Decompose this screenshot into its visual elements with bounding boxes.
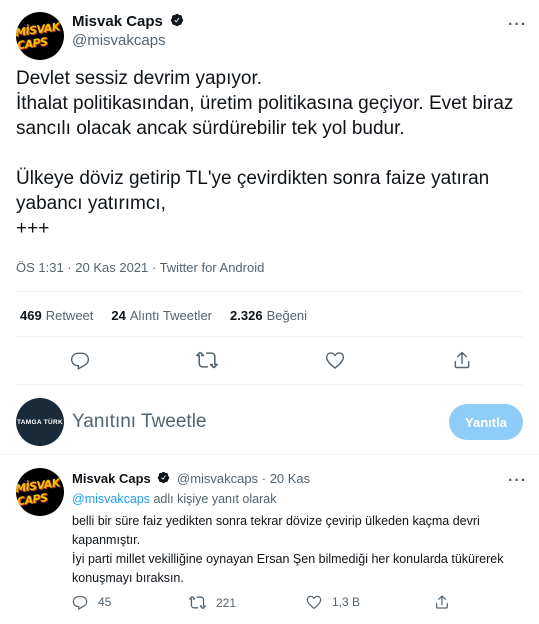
like-stat[interactable]: 2.326 Beğeni <box>230 307 307 325</box>
reply-icon <box>72 596 88 610</box>
author-name[interactable]: Misvak Caps <box>72 13 163 30</box>
like-icon <box>306 595 322 610</box>
divider <box>0 454 539 455</box>
avatar-logo: MİSVAK CAPS <box>16 20 61 53</box>
reply-header: Misvak Caps @misvakcaps · 20 Kas <box>72 471 310 486</box>
reply-author-avatar[interactable]: MİSVAK CAPS <box>16 468 64 516</box>
like-label: Beğeni <box>266 308 308 323</box>
quote-label: Alıntı Tweetler <box>129 308 213 323</box>
retweet-stat[interactable]: 469 Retweet <box>20 307 93 325</box>
retweet-icon <box>189 596 206 609</box>
retweet-count: 221 <box>216 595 237 610</box>
retweet-icon[interactable] <box>195 348 219 372</box>
user-avatar[interactable]: TAMGA TÜRK <box>16 398 64 446</box>
author-avatar[interactable]: MİSVAK CAPS <box>16 12 64 60</box>
reply-more-options-icon[interactable]: ··· <box>508 472 527 490</box>
author-name-row[interactable]: Misvak Caps <box>72 13 184 31</box>
like-count: 1,3 B <box>332 595 361 609</box>
reply-icon[interactable] <box>68 348 92 372</box>
reply-author-handle[interactable]: @misvakcaps <box>177 471 258 486</box>
reply-input[interactable]: Yanıtını Tweetle <box>72 411 207 433</box>
tweet-stats: 469 Retweet 24 Alıntı Tweetler 2.326 Beğeni <box>20 307 307 325</box>
like-icon[interactable] <box>323 348 347 372</box>
divider <box>16 384 523 385</box>
quote-count: 24 <box>111 308 126 323</box>
user-avatar-logo: TAMGA TÜRK <box>17 418 63 426</box>
replying-to-suffix: adlı kişiye yanıt olarak <box>150 492 277 506</box>
verified-badge-icon <box>158 471 170 484</box>
reply-button[interactable]: Yanıtla <box>449 404 523 440</box>
reply-share-action[interactable] <box>434 594 450 615</box>
reply-text: belli bir süre faiz yedikten sonra tekra… <box>72 514 504 585</box>
divider <box>16 336 523 337</box>
share-icon <box>436 595 448 609</box>
verified-badge-icon <box>171 13 184 27</box>
like-count: 2.326 <box>230 308 263 323</box>
replying-to: @misvakcaps adlı kişiye yanıt olarak <box>72 492 276 506</box>
quote-stat[interactable]: 24 Alıntı Tweetler <box>111 307 212 325</box>
more-options-icon[interactable]: ··· <box>508 16 527 34</box>
reply-count: 45 <box>98 595 112 609</box>
retweet-label: Retweet <box>45 308 94 323</box>
reply-retweet-action[interactable]: 221 <box>189 594 236 611</box>
replying-to-handle[interactable]: @misvakcaps <box>72 492 150 506</box>
reply-like-action[interactable]: 1,3 B <box>306 594 360 610</box>
tweet-text: Devlet sessiz devrim yapıyor. İthalat po… <box>16 68 514 239</box>
share-icon[interactable] <box>450 348 474 372</box>
tweet-meta[interactable]: ÖS 1:31 · 20 Kas 2021 · Twitter for Andr… <box>16 260 264 275</box>
author-handle[interactable]: @misvakcaps <box>72 32 166 49</box>
retweet-count: 469 <box>20 308 42 323</box>
divider <box>16 291 523 292</box>
reply-author-name[interactable]: Misvak Caps <box>72 471 151 486</box>
reply-time[interactable]: · 20 Kas <box>262 471 310 486</box>
reply-reply-action[interactable]: 45 <box>72 594 111 610</box>
avatar-logo: MİSVAK CAPS <box>16 476 61 509</box>
